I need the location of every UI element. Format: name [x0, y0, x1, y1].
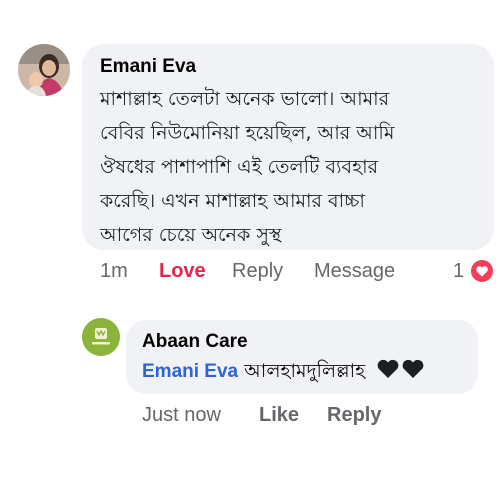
comment-bubble: Emani Eva মাশাল্লাহ তেলটা অনেক ভালো। আমা… [82, 44, 494, 250]
reply-text: Emani Eva আলহামদুলিল্লাহ [142, 356, 462, 387]
reply-message: আলহামদুলিল্লাহ [244, 360, 366, 382]
heart-reaction-icon[interactable] [470, 259, 494, 283]
comment-timestamp[interactable]: 1m [100, 260, 128, 283]
black-hearts-emoji-icon [377, 359, 424, 378]
comment-text: মাশাল্লাহ তেলটা অনেক ভালো। আমার বেবির নি… [100, 82, 476, 252]
reply-timestamp[interactable]: Just now [142, 404, 221, 427]
comment-line: মাশাল্লাহ তেলটা অনেক ভালো। আমার [100, 88, 390, 110]
message-button[interactable]: Message [314, 260, 395, 283]
reaction-count[interactable]: 1 [453, 260, 464, 283]
reply-button[interactable]: Reply [232, 260, 283, 283]
mention-tag[interactable]: Emani Eva [142, 361, 238, 382]
commenter-avatar[interactable] [18, 44, 70, 96]
comment-author[interactable]: Emani Eva [100, 54, 476, 80]
reply-author[interactable]: Abaan Care [142, 330, 462, 354]
love-button[interactable]: Love [159, 260, 206, 283]
comment-line: ঔষধের পাশাপাশি এই তেলটি ব্যবহার [100, 156, 379, 178]
user-avatar-photo-icon [18, 44, 70, 96]
like-button[interactable]: Like [259, 404, 299, 427]
comment-actions: 1m Love Reply Message 1 [100, 258, 500, 288]
abaan-care-avatar[interactable] [82, 318, 120, 356]
reply-reply-button[interactable]: Reply [327, 404, 381, 427]
comment-line: করেছি। এখন মাশাল্লাহ আমার বাচ্চা [100, 190, 365, 212]
reply-actions: Just now Like Reply [142, 404, 482, 432]
comment-line: আগের চেয়ে অনেক সুস্থ [100, 224, 282, 246]
abaan-care-logo-icon [82, 318, 120, 356]
comment-line: বেবির নিউমোনিয়া হয়েছিল, আর আমি [100, 122, 395, 144]
reply-bubble: Abaan Care Emani Eva আলহামদুলিল্লাহ [126, 320, 478, 394]
